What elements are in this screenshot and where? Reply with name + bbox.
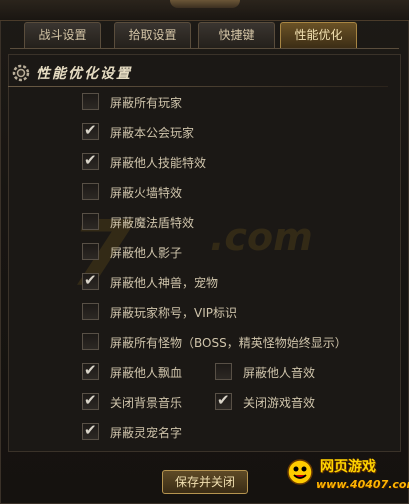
tab-pickup-settings[interactable]: 拾取设置 — [114, 22, 191, 48]
site-logo: 网页游戏 www.40407.com — [284, 452, 409, 504]
checkbox[interactable] — [82, 333, 99, 350]
checkmark-icon: ✔ — [84, 361, 97, 379]
checkmark-icon: ✔ — [84, 421, 97, 439]
section-header: 性能优化设置 — [8, 60, 393, 88]
tab-underline — [10, 48, 399, 49]
gear-icon — [12, 64, 30, 82]
option-label: 屏蔽他人技能特效 — [110, 156, 207, 170]
checkbox[interactable] — [82, 93, 99, 110]
checkmark-icon: ✔ — [84, 391, 97, 409]
option-label: 屏蔽他人飘血 — [110, 366, 183, 380]
save-and-close-button[interactable]: 保存并关闭 — [162, 470, 248, 494]
checkbox[interactable]: ✔ — [82, 421, 99, 440]
checkbox[interactable] — [215, 363, 232, 380]
checkmark-icon: ✔ — [84, 121, 97, 139]
checkmark-icon: ✔ — [217, 391, 230, 409]
option-label: 屏蔽他人影子 — [110, 246, 183, 260]
window-top-decoration — [0, 0, 409, 21]
option-label: 屏蔽所有玩家 — [110, 96, 183, 110]
option-label: 屏蔽火墙特效 — [110, 186, 183, 200]
option-label: 屏蔽他人神兽，宠物 — [110, 276, 219, 290]
checkmark-icon: ✔ — [84, 271, 97, 289]
mascot-icon — [287, 459, 313, 485]
logo-url: www.40407.com — [316, 478, 409, 491]
content-area — [8, 54, 401, 452]
option-label: 屏蔽他人音效 — [243, 366, 316, 380]
tab-performance[interactable]: 性能优化 — [280, 22, 357, 48]
option-label: 屏蔽所有怪物（BOSS，精英怪物始终显示） — [110, 336, 347, 350]
checkbox[interactable]: ✔ — [82, 121, 99, 140]
checkbox[interactable] — [82, 213, 99, 230]
option-label: 屏蔽灵宠名字 — [110, 426, 183, 440]
checkbox[interactable]: ✔ — [82, 151, 99, 170]
tab-combat-settings[interactable]: 战斗设置 — [24, 22, 101, 48]
option-label: 屏蔽玩家称号，VIP标识 — [110, 306, 237, 320]
checkbox[interactable]: ✔ — [82, 391, 99, 410]
option-label: 关闭背景音乐 — [110, 396, 183, 410]
tab-hotkeys[interactable]: 快捷键 — [198, 22, 275, 48]
checkbox[interactable]: ✔ — [215, 391, 232, 410]
checkmark-icon: ✔ — [84, 151, 97, 169]
checkbox[interactable]: ✔ — [82, 361, 99, 380]
option-label: 关闭游戏音效 — [243, 396, 316, 410]
section-divider — [8, 86, 388, 87]
checkbox[interactable] — [82, 243, 99, 260]
option-label: 屏蔽本公会玩家 — [110, 126, 195, 140]
checkbox[interactable]: ✔ — [82, 271, 99, 290]
top-ornament — [170, 0, 240, 8]
checkbox[interactable] — [82, 303, 99, 320]
logo-text: 网页游戏 — [320, 459, 376, 475]
option-label: 屏蔽魔法盾特效 — [110, 216, 195, 230]
checkbox[interactable] — [82, 183, 99, 200]
section-title: 性能优化设置 — [36, 66, 132, 82]
